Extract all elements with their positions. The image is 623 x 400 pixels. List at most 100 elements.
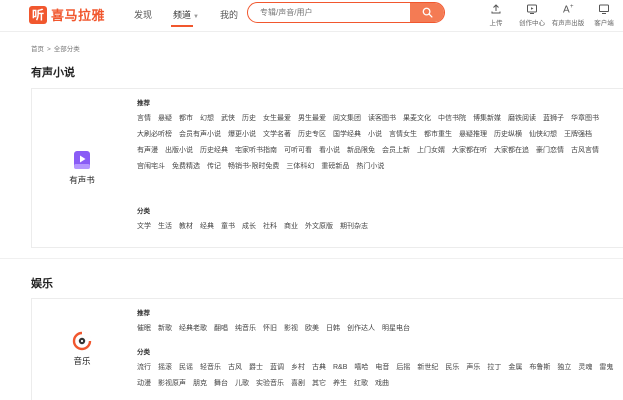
tag-link[interactable]: 布鲁斯 <box>529 360 550 376</box>
tag-link[interactable]: 历史经典 <box>200 143 228 159</box>
tag-link[interactable]: 雷鬼 <box>599 360 613 376</box>
tag-link[interactable]: 传记 <box>207 159 221 175</box>
tag-link[interactable]: 王牌强档 <box>564 127 592 143</box>
tag-link[interactable]: 宫闱宅斗 <box>137 159 165 175</box>
tag-link[interactable]: 乡村 <box>291 360 305 376</box>
tag-link[interactable]: 大刷必听榜 <box>137 127 172 143</box>
tag-link[interactable]: 影视 <box>284 321 298 337</box>
tag-link[interactable]: 历史 <box>242 111 256 127</box>
tag-link[interactable]: 影视原声 <box>158 376 186 392</box>
tag-link[interactable]: 经典 <box>200 219 214 235</box>
tag-link[interactable]: 大家都在听 <box>452 143 487 159</box>
tag-link[interactable]: 纯音乐 <box>235 321 256 337</box>
tag-link[interactable]: 流行 <box>137 360 151 376</box>
search-button[interactable] <box>410 3 444 22</box>
tag-link[interactable]: 会员有声小说 <box>179 127 221 143</box>
tag-link[interactable]: 童书 <box>221 219 235 235</box>
tag-link[interactable]: R&B <box>333 360 347 376</box>
tag-link[interactable]: 女生最爱 <box>263 111 291 127</box>
tag-link[interactable]: 期刊杂志 <box>340 219 368 235</box>
tag-link[interactable]: 国学经典 <box>333 127 361 143</box>
tag-link[interactable]: 都市重生 <box>424 127 452 143</box>
tag-link[interactable]: 民谣 <box>179 360 193 376</box>
tag-link[interactable]: 武侠 <box>221 111 235 127</box>
tag-link[interactable]: 热门小说 <box>356 159 384 175</box>
tag-link[interactable]: 文学名著 <box>263 127 291 143</box>
tag-link[interactable]: 古风言情 <box>571 143 599 159</box>
tag-link[interactable]: 独立 <box>557 360 571 376</box>
tag-link[interactable]: 日韩 <box>326 321 340 337</box>
tag-link[interactable]: 其它 <box>312 376 326 392</box>
tag-link[interactable]: 三体科幻 <box>286 159 314 175</box>
tag-link[interactable]: 新品限免 <box>347 143 375 159</box>
tag-link[interactable]: 历史纵横 <box>494 127 522 143</box>
creation-tool[interactable]: 创作中心 <box>514 3 550 27</box>
tag-link[interactable]: 翻唱 <box>214 321 228 337</box>
tag-link[interactable]: 商业 <box>284 219 298 235</box>
tag-link[interactable]: 仙侠幻想 <box>529 127 557 143</box>
category-music[interactable]: 音乐 <box>32 299 132 400</box>
tag-link[interactable]: 欧美 <box>305 321 319 337</box>
tag-link[interactable]: 可听可看 <box>284 143 312 159</box>
tag-link[interactable]: 新世纪 <box>417 360 438 376</box>
tag-link[interactable]: 嘻哈 <box>354 360 368 376</box>
publish-tool[interactable]: A + 有声声出版 <box>550 3 586 27</box>
tag-link[interactable]: 言情女生 <box>389 127 417 143</box>
tag-link[interactable]: 金属 <box>508 360 522 376</box>
tag-link[interactable]: 教材 <box>179 219 193 235</box>
tag-link[interactable]: 养生 <box>333 376 347 392</box>
nav-channel[interactable]: 频道 ▼ <box>171 8 199 27</box>
tag-link[interactable]: 蓝狮子 <box>543 111 564 127</box>
tag-link[interactable]: 幻想 <box>200 111 214 127</box>
tag-link[interactable]: 实验音乐 <box>256 376 284 392</box>
tag-link[interactable]: 博集新媒 <box>473 111 501 127</box>
tag-link[interactable]: 果麦文化 <box>403 111 431 127</box>
tag-link[interactable]: 历史专区 <box>298 127 326 143</box>
tag-link[interactable]: 磨铁阅读 <box>508 111 536 127</box>
client-tool[interactable]: 客户端 <box>586 3 622 27</box>
tag-link[interactable]: 悬疑推理 <box>459 127 487 143</box>
tag-link[interactable]: 生活 <box>158 219 172 235</box>
breadcrumb-home[interactable]: 首页 <box>31 46 44 53</box>
tag-link[interactable]: 拉丁 <box>487 360 501 376</box>
tag-link[interactable]: 古风 <box>228 360 242 376</box>
tag-link[interactable]: 有声漫 <box>137 143 158 159</box>
tag-link[interactable]: 电音 <box>375 360 389 376</box>
tag-link[interactable]: 舞台 <box>214 376 228 392</box>
tag-link[interactable]: 经典老歌 <box>179 321 207 337</box>
tag-link[interactable]: 都市 <box>179 111 193 127</box>
category-audiobook[interactable]: 有声书 <box>32 89 132 247</box>
tag-link[interactable]: 爵士 <box>249 360 263 376</box>
tag-link[interactable]: 中信书院 <box>438 111 466 127</box>
tag-link[interactable]: 怀旧 <box>263 321 277 337</box>
tag-link[interactable]: 文学 <box>137 219 151 235</box>
tag-link[interactable]: 宅家听书指南 <box>235 143 277 159</box>
tag-link[interactable]: 创作达人 <box>347 321 375 337</box>
tag-link[interactable]: 动漫 <box>137 376 151 392</box>
tag-link[interactable]: 出版小说 <box>165 143 193 159</box>
tag-link[interactable]: 红歌 <box>354 376 368 392</box>
tag-link[interactable]: 华章图书 <box>571 111 599 127</box>
search-input[interactable] <box>248 3 412 22</box>
tag-link[interactable]: 爆更小说 <box>228 127 256 143</box>
tag-link[interactable]: 悬疑 <box>158 111 172 127</box>
tag-link[interactable]: 催眠 <box>137 321 151 337</box>
tag-link[interactable]: 古典 <box>312 360 326 376</box>
tag-link[interactable]: 社科 <box>263 219 277 235</box>
tag-link[interactable]: 摇滚 <box>158 360 172 376</box>
tag-link[interactable]: 小说 <box>368 127 382 143</box>
tag-link[interactable]: 看小说 <box>319 143 340 159</box>
tag-link[interactable]: 明星电台 <box>382 321 410 337</box>
tag-link[interactable]: 蓝调 <box>270 360 284 376</box>
tag-link[interactable]: 声乐 <box>466 360 480 376</box>
tag-link[interactable]: 会员上新 <box>382 143 410 159</box>
tag-link[interactable]: 读客图书 <box>368 111 396 127</box>
tag-link[interactable]: 免费精选 <box>172 159 200 175</box>
tag-link[interactable]: 外文原版 <box>305 219 333 235</box>
upload-tool[interactable]: 上传 <box>478 3 514 27</box>
tag-link[interactable]: 上门女婿 <box>417 143 445 159</box>
nav-mine[interactable]: 我的 <box>220 8 238 21</box>
nav-discover[interactable]: 发现 <box>134 8 152 21</box>
tag-link[interactable]: 喜剧 <box>291 376 305 392</box>
tag-link[interactable]: 阅文集团 <box>333 111 361 127</box>
